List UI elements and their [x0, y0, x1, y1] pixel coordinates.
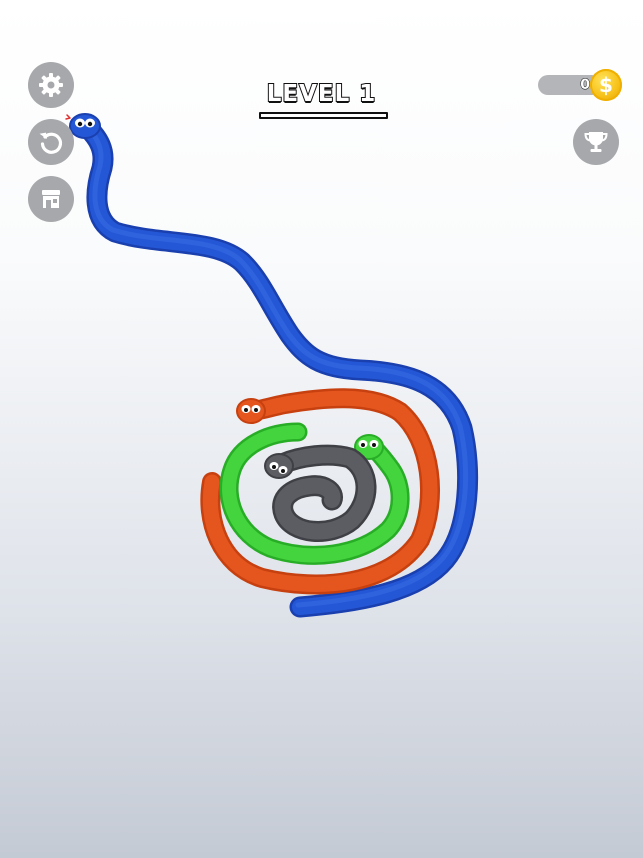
trophy-icon — [584, 132, 608, 152]
coin-count: 0 — [580, 77, 591, 94]
dollar-sign-icon: $ — [599, 73, 613, 97]
blue-snake[interactable] — [65, 113, 479, 618]
trophy-button[interactable] — [573, 119, 619, 165]
game-board[interactable] — [0, 0, 643, 858]
level-title: LEVEL 1 — [266, 80, 377, 108]
gear-icon — [39, 73, 63, 97]
gray-snake[interactable] — [264, 444, 377, 542]
settings-button[interactable] — [28, 62, 74, 108]
shop-icon — [42, 190, 60, 208]
level-underline — [259, 112, 388, 119]
shop-button[interactable] — [28, 176, 74, 222]
coin-icon: $ — [590, 69, 622, 101]
restart-button[interactable] — [28, 119, 74, 165]
restart-icon — [39, 132, 63, 154]
